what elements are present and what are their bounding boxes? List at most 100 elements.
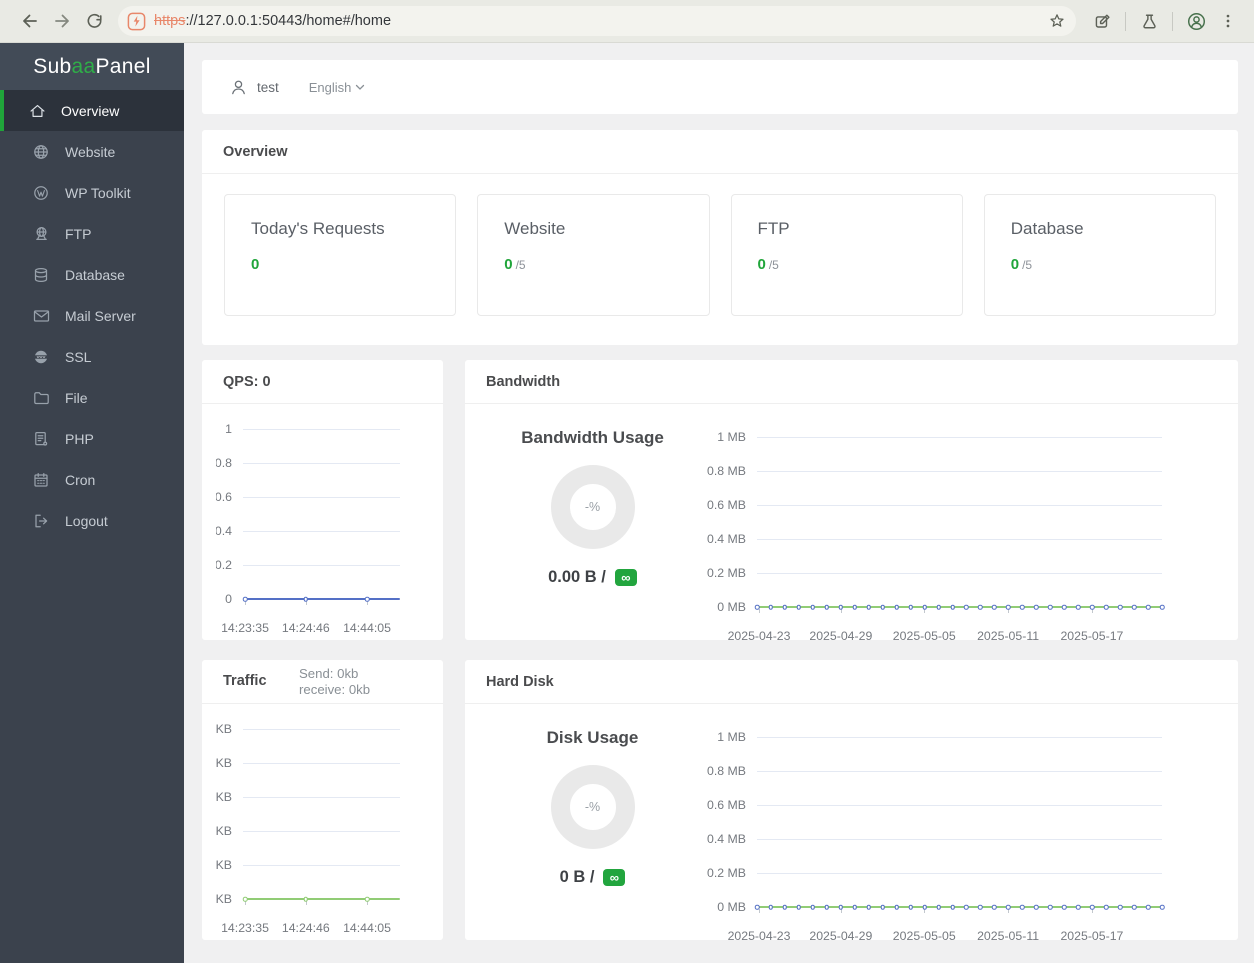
extensions-icon xyxy=(1093,12,1112,31)
sidebar-item-file[interactable]: File xyxy=(0,377,184,418)
disk-series-line xyxy=(757,906,1162,908)
data-point-marker xyxy=(894,605,899,610)
gridline xyxy=(243,763,400,764)
browser-menu-button[interactable] xyxy=(1212,5,1244,37)
sidebar-item-cron[interactable]: Cron xyxy=(0,459,184,500)
data-point-marker xyxy=(853,605,858,610)
disk-row: 0.6 MB xyxy=(700,788,1238,822)
x-axis-tick xyxy=(924,609,925,613)
qps-row: 0.2 xyxy=(216,548,443,582)
x-axis-label: 2025-05-17 xyxy=(1060,929,1123,943)
stat-card-website: Website 0/5 xyxy=(477,194,709,316)
x-axis-tick xyxy=(367,601,368,605)
sidebar-item-wp-toolkit[interactable]: WP Toolkit xyxy=(0,172,184,213)
folder-icon xyxy=(32,391,50,405)
data-point-marker xyxy=(1090,905,1095,910)
sidebar-item-website[interactable]: Website xyxy=(0,131,184,172)
profile-button[interactable] xyxy=(1180,5,1212,37)
refresh-icon xyxy=(85,12,104,31)
data-point-marker xyxy=(825,605,830,610)
data-point-marker xyxy=(1062,605,1067,610)
overview-panel-title: Overview xyxy=(202,130,1238,174)
sidebar-item-label: WP Toolkit xyxy=(65,185,131,201)
y-axis-label: 1 MB xyxy=(700,430,746,444)
disk-row: 0 MB xyxy=(700,890,1238,924)
x-axis-labels: 2025-04-232025-04-292025-05-052025-05-11… xyxy=(757,924,1162,946)
sidebar-item-label: File xyxy=(65,390,88,406)
gridline xyxy=(757,737,1162,738)
gridline xyxy=(243,797,400,798)
data-point-marker xyxy=(755,905,760,910)
bookmark-button[interactable] xyxy=(1044,8,1070,34)
qps-row: 1 xyxy=(216,412,443,446)
sidebar-item-ftp[interactable]: FTP xyxy=(0,213,184,254)
data-point-marker xyxy=(894,905,899,910)
data-point-marker xyxy=(811,605,816,610)
bandwidth-usage-donut: -% xyxy=(551,465,635,549)
calendar-icon xyxy=(32,472,50,488)
sidebar-item-label: SSL xyxy=(65,349,91,365)
sidebar-item-ssl[interactable]: www SSL xyxy=(0,336,184,377)
data-point-marker xyxy=(769,605,774,610)
bandwidth-row: 0.2 MB xyxy=(700,556,1238,590)
sidebar-item-logout[interactable]: Logout xyxy=(0,500,184,541)
x-axis-label: 14:44:05 xyxy=(343,621,391,635)
x-axis-label: 2025-05-11 xyxy=(977,629,1039,643)
stat-value: 0 xyxy=(758,256,766,273)
x-axis-label: 14:23:35 xyxy=(221,921,269,935)
username: test xyxy=(257,80,279,95)
gridline xyxy=(243,429,400,430)
url-bar[interactable]: https://127.0.0.1:50443/home#/home xyxy=(118,6,1076,36)
back-button[interactable] xyxy=(14,5,46,37)
bandwidth-total-value: 0.00 B / xyxy=(548,568,606,587)
extensions-button[interactable] xyxy=(1086,5,1118,37)
y-axis-label: 0 xyxy=(216,592,232,606)
sidebar-item-php[interactable]: PHP xyxy=(0,418,184,459)
language-label: English xyxy=(309,80,352,95)
logo-suffix: Panel xyxy=(96,55,151,79)
sidebar: Sub aaPanel Overview Website WP Toolkit … xyxy=(0,43,184,963)
disk-usage-percent: -% xyxy=(585,800,600,814)
refresh-button[interactable] xyxy=(78,5,110,37)
labs-button[interactable] xyxy=(1133,5,1165,37)
y-axis-label: 0.4 MB xyxy=(700,532,746,546)
data-point-marker xyxy=(1146,905,1151,910)
data-point-marker xyxy=(365,597,370,602)
bandwidth-usage-total: 0.00 B / ∞ xyxy=(548,568,637,587)
language-selector[interactable]: English xyxy=(309,80,366,95)
data-point-marker xyxy=(1146,605,1151,610)
infinity-badge: ∞ xyxy=(603,869,625,886)
data-point-marker xyxy=(992,605,997,610)
stat-card-ftp: FTP 0/5 xyxy=(731,194,963,316)
data-point-marker xyxy=(1048,605,1053,610)
data-point-marker xyxy=(866,605,871,610)
data-point-marker xyxy=(1090,605,1095,610)
gridline xyxy=(243,865,400,866)
data-point-marker xyxy=(1160,905,1165,910)
y-axis-label: 0.2 MB xyxy=(700,566,746,580)
y-axis-label: KB xyxy=(216,892,232,906)
x-axis-labels: 14:23:3514:24:4614:44:05 xyxy=(243,916,400,938)
traffic-row: KB xyxy=(216,882,443,916)
x-axis-tick xyxy=(367,901,368,905)
gridline xyxy=(757,771,1162,772)
y-axis-label: KB xyxy=(216,824,232,838)
sidebar-item-mail-server[interactable]: Mail Server xyxy=(0,295,184,336)
traffic-send: Send: 0kb xyxy=(299,666,370,682)
data-point-marker xyxy=(365,897,370,902)
sidebar-item-database[interactable]: Database xyxy=(0,254,184,295)
disk-usage-donut: -% xyxy=(551,765,635,849)
x-axis-tick xyxy=(1092,609,1093,613)
data-point-marker xyxy=(1062,905,1067,910)
sidebar-item-label: PHP xyxy=(65,431,94,447)
stat-title: Website xyxy=(504,219,682,239)
data-point-marker xyxy=(1076,605,1081,610)
gridline xyxy=(243,531,400,532)
disk-usage-title: Disk Usage xyxy=(547,728,639,748)
sidebar-item-overview[interactable]: Overview xyxy=(0,90,184,131)
bandwidth-usage-title: Bandwidth Usage xyxy=(521,428,664,448)
y-axis-label: 1 MB xyxy=(700,730,746,744)
traffic-row: KB xyxy=(216,712,443,746)
forward-button[interactable] xyxy=(46,5,78,37)
data-point-marker xyxy=(1132,605,1137,610)
